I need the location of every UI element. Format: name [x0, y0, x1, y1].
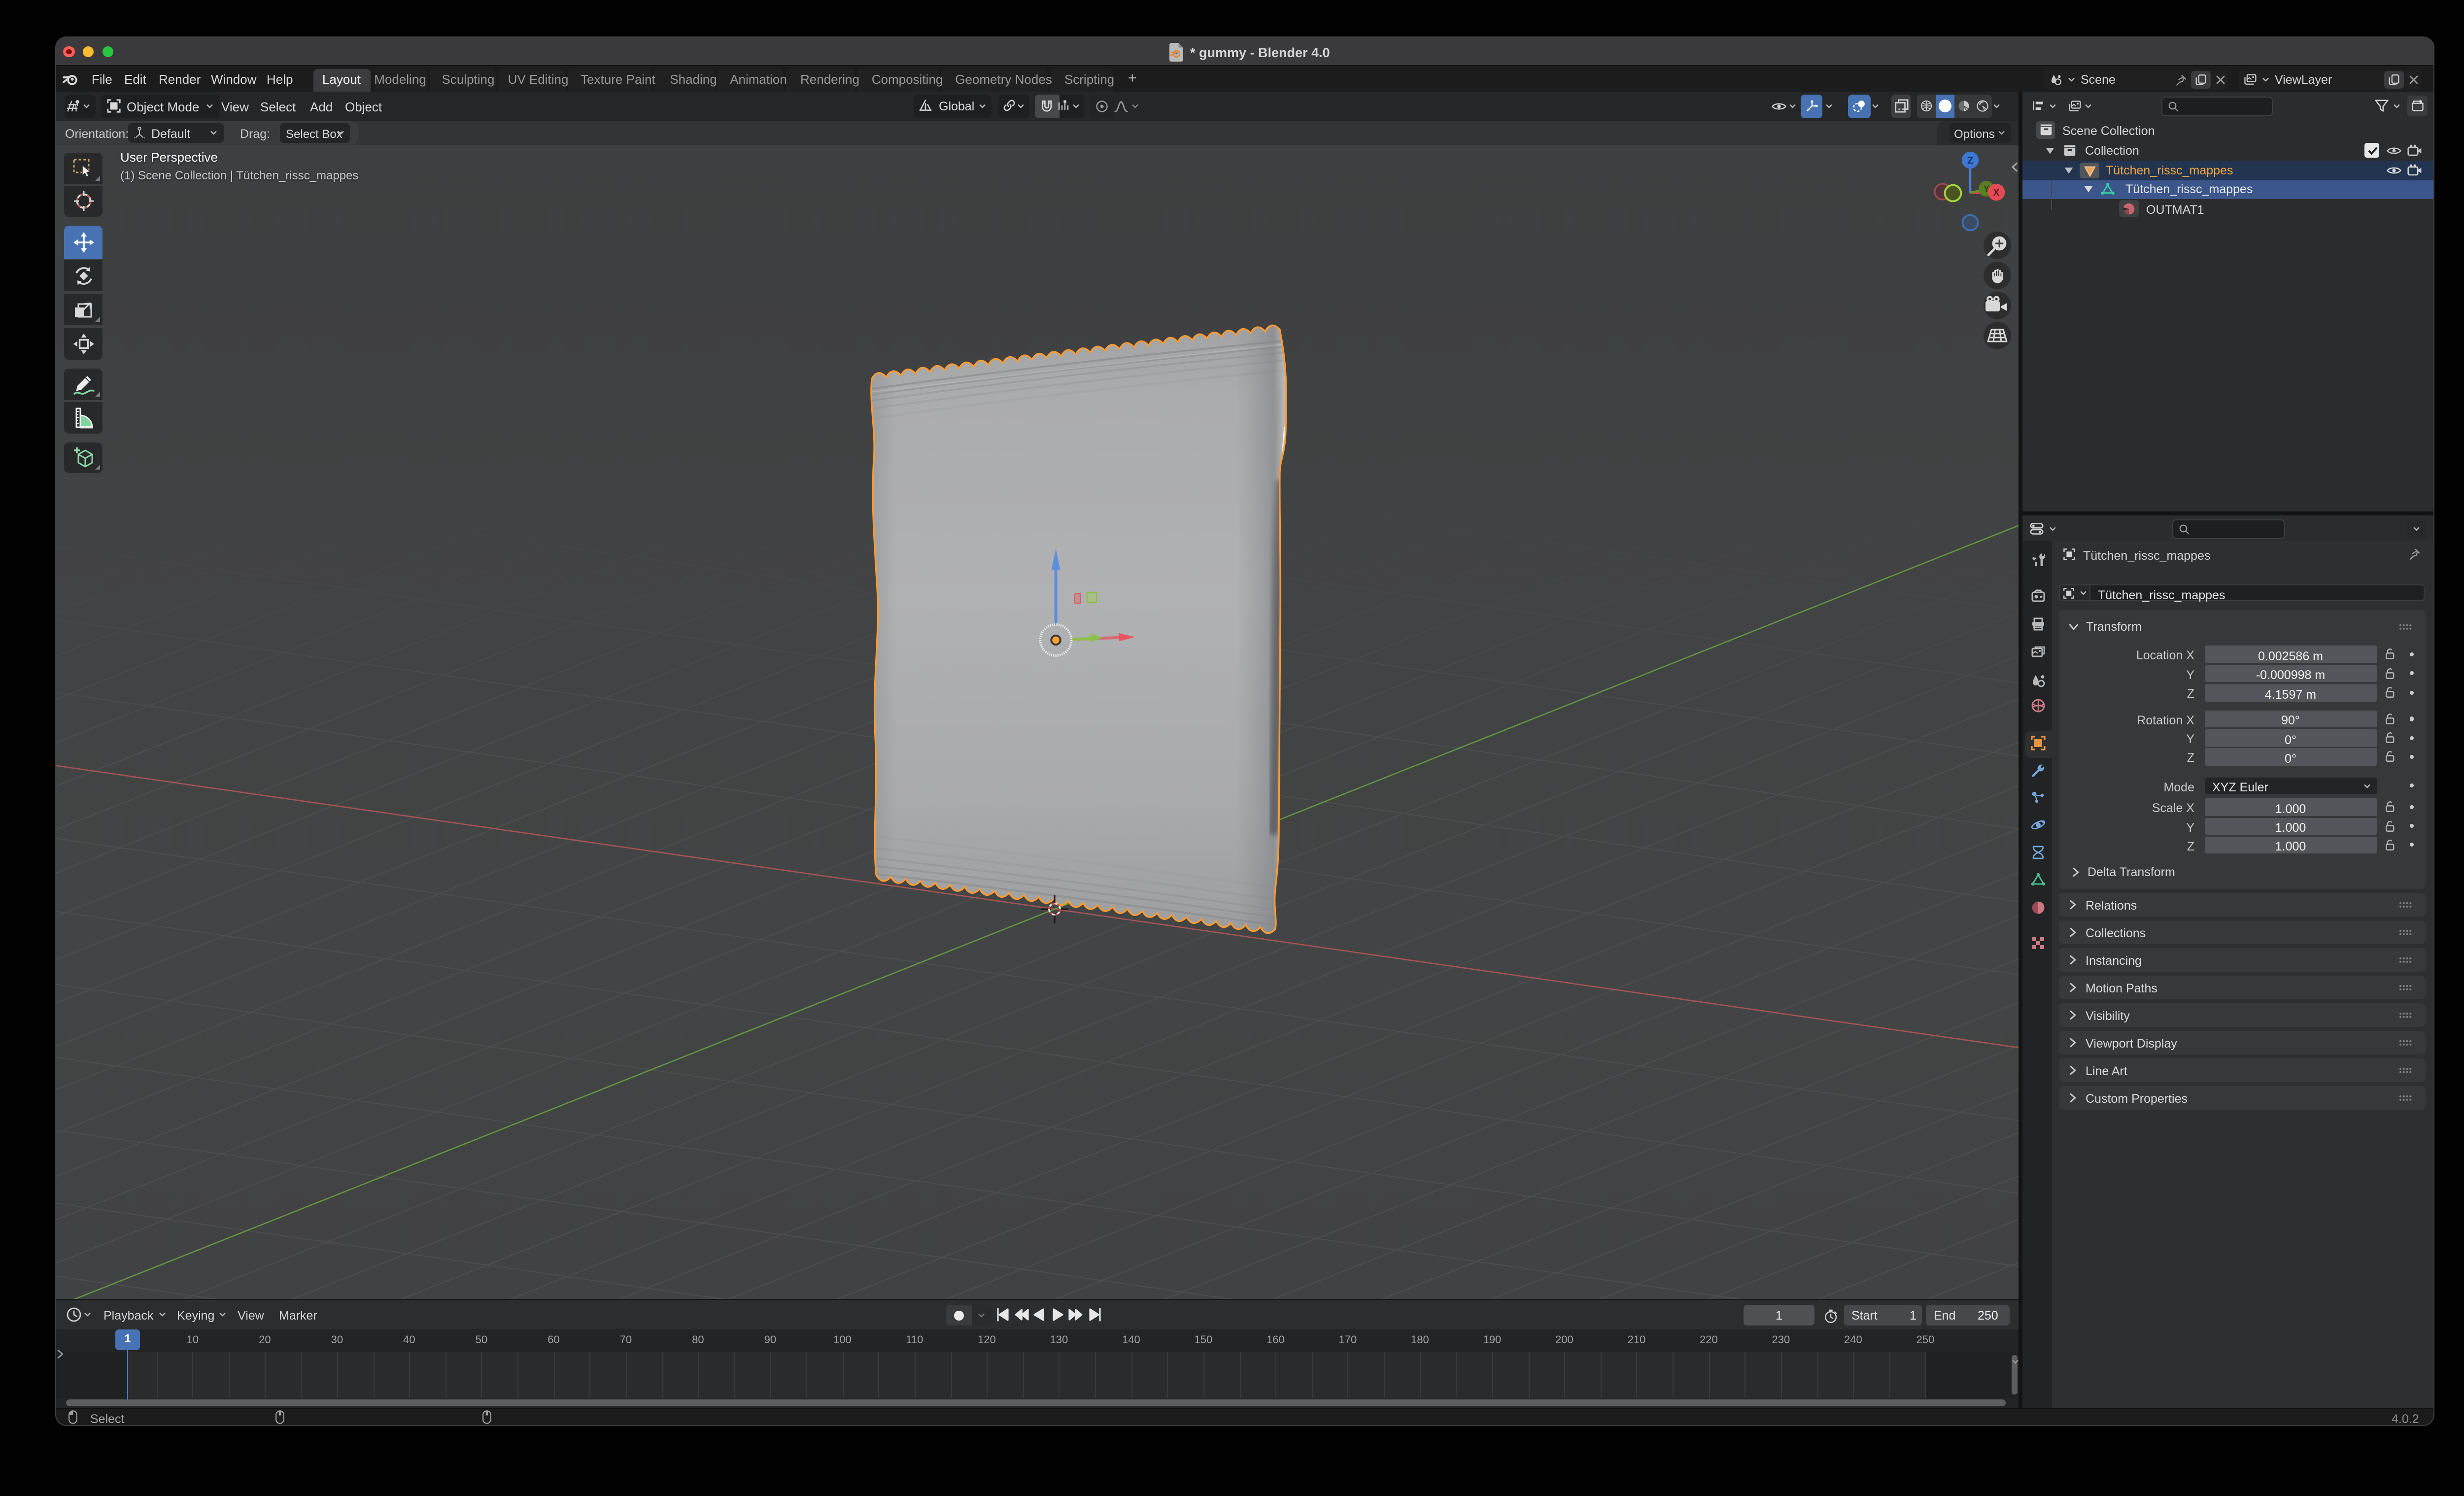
svg-text:Z: Z	[1967, 156, 1973, 166]
svg-text:X: X	[1993, 188, 1999, 198]
